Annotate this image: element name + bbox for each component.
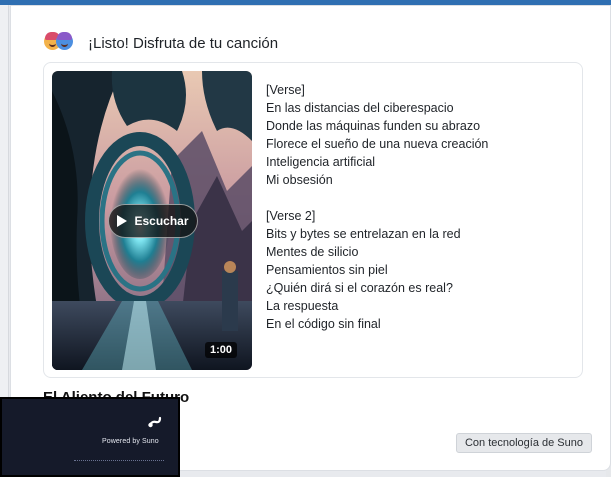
- lyric-line: [Verse]: [266, 83, 305, 97]
- duration-badge: 1:00: [204, 342, 237, 358]
- lyric-line: Mi obsesión: [266, 173, 333, 187]
- card-header: ¡Listo! Disfruta de tu canción: [44, 30, 278, 56]
- lyric-line: Inteligencia artificial: [266, 155, 376, 169]
- album-cover: Escuchar 1:00: [52, 71, 252, 370]
- overlay-fine-print: [74, 460, 164, 463]
- powered-by-text: Powered by Suno: [102, 438, 159, 445]
- lyric-gap: [266, 189, 566, 207]
- play-icon: [117, 215, 128, 227]
- lyrics-block: [Verse] En las distancias del ciberespac…: [266, 81, 566, 333]
- lyric-line: Florece el sueño de una nueva creación: [266, 137, 489, 151]
- suno-logo-icon: [148, 416, 162, 428]
- lyric-line: En las distancias del ciberespacio: [266, 101, 454, 115]
- listen-label: Escuchar: [134, 214, 189, 228]
- lyric-line: En el código sin final: [266, 317, 381, 331]
- lyric-line: Bits y bytes se entrelazan en la red: [266, 227, 461, 241]
- lyric-line: Donde las máquinas funden su abrazo: [266, 119, 481, 133]
- lyric-line: Mentes de silicio: [266, 245, 359, 259]
- song-details-panel: Escuchar 1:00 [Verse] En las distancias …: [43, 62, 583, 378]
- lyric-line: La respuesta: [266, 299, 339, 313]
- suno-attribution-badge[interactable]: Con tecnología de Suno: [455, 433, 592, 453]
- lyric-line: Pensamientos sin piel: [266, 263, 388, 277]
- lyric-line: ¿Quién dirá si el corazón es real?: [266, 281, 453, 295]
- users-avatar-icon: [44, 31, 76, 55]
- listen-button[interactable]: Escuchar: [108, 204, 198, 238]
- ready-message: ¡Listo! Disfruta de tu canción: [88, 34, 279, 52]
- lyric-line: [Verse 2]: [266, 209, 316, 223]
- avatar-face-icon: [56, 32, 73, 50]
- powered-by-suno-overlay: Powered by Suno: [0, 397, 180, 477]
